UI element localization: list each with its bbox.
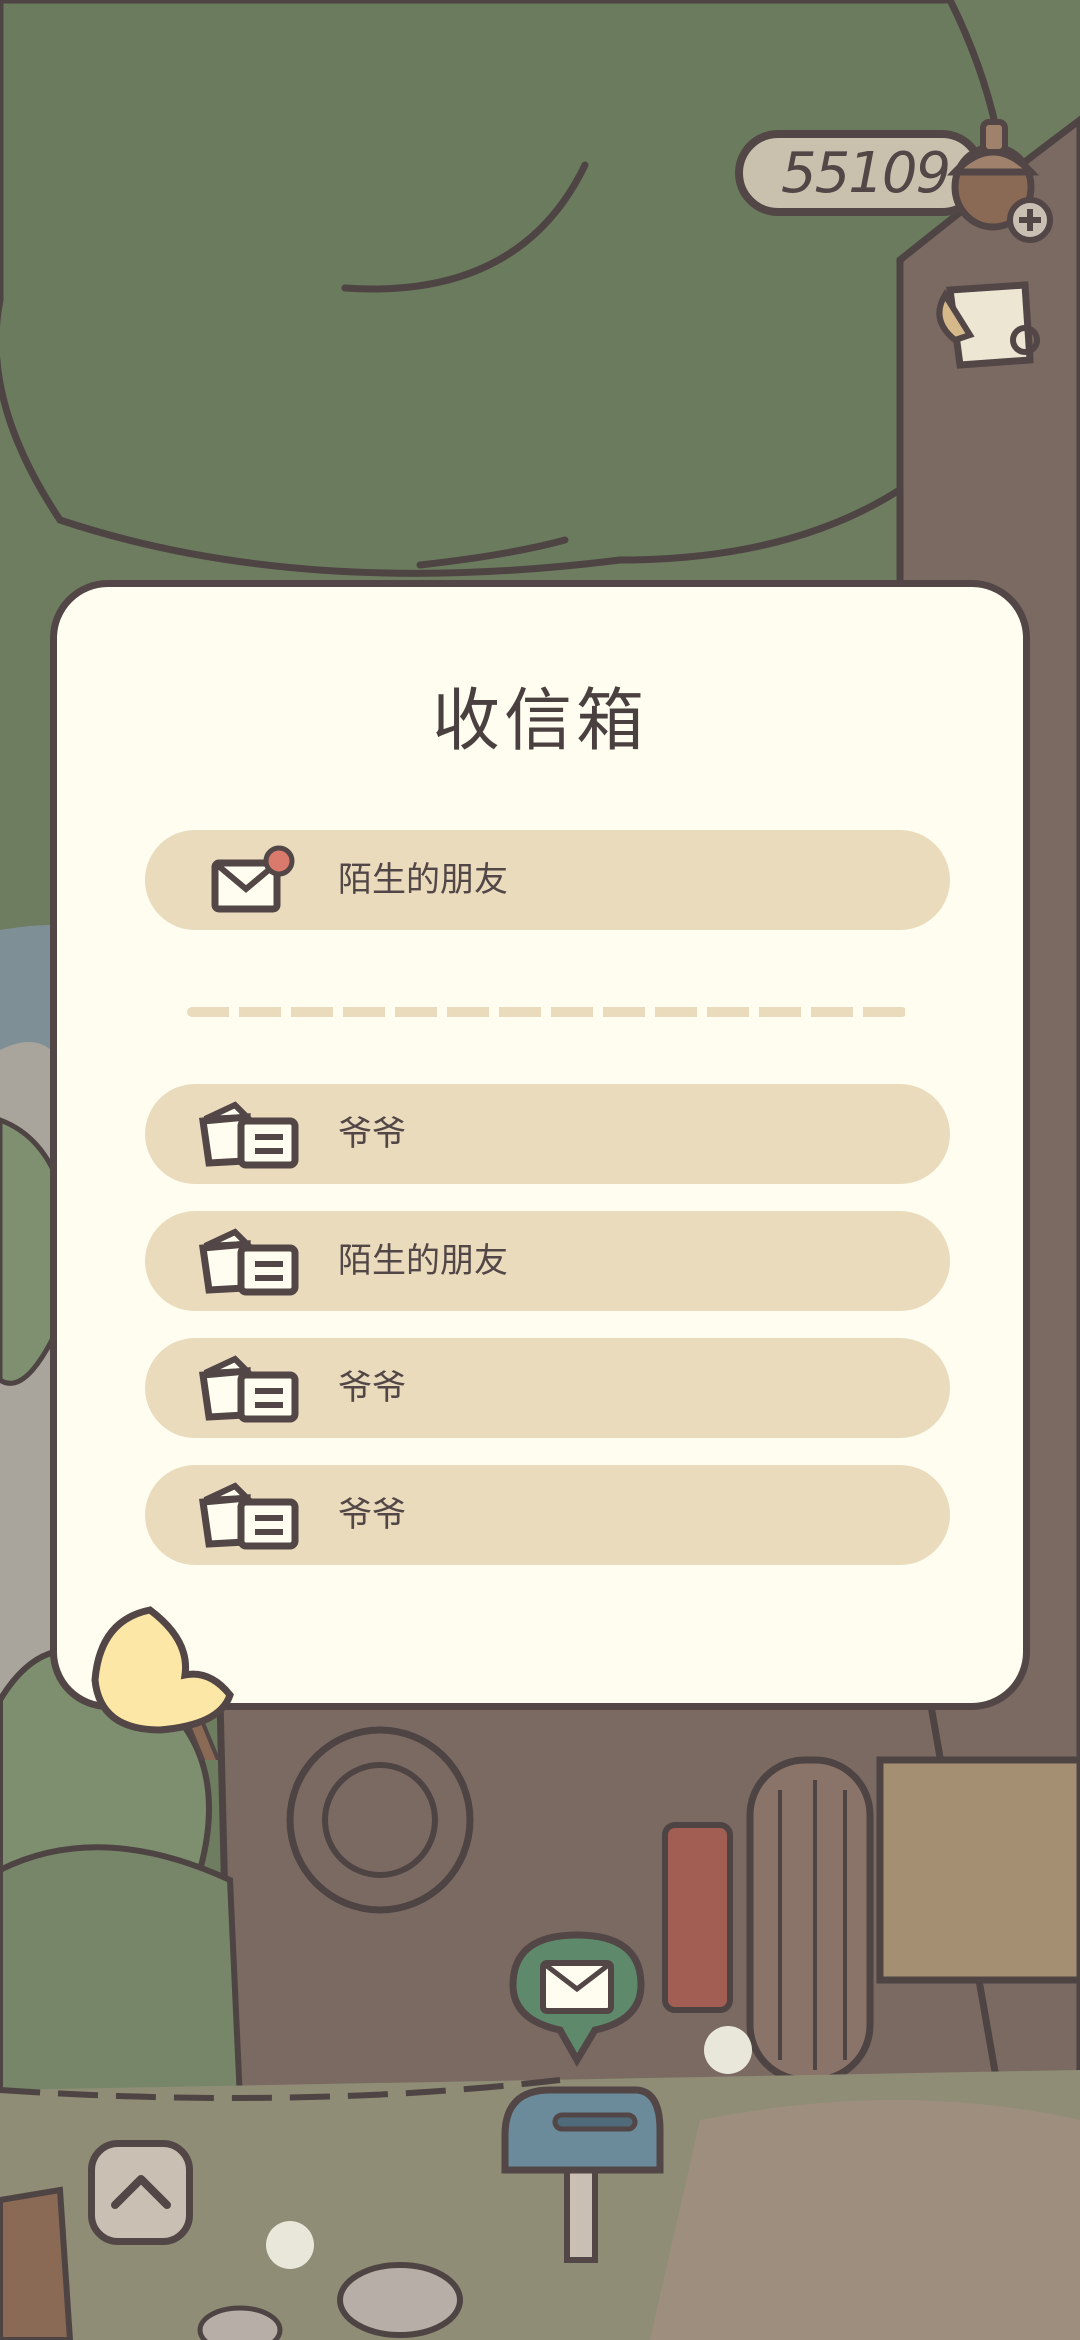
letter-sender: 爷爷 bbox=[338, 1114, 406, 1154]
letter-sender: 爷爷 bbox=[338, 1495, 406, 1535]
acorn-count: 55109 bbox=[781, 140, 951, 206]
open-letter-icon bbox=[199, 1482, 299, 1550]
letter-item-read[interactable]: 爷爷 bbox=[145, 1084, 950, 1184]
inbox-title: 收信箱 bbox=[431, 682, 648, 761]
letter-sender: 陌生的朋友 bbox=[338, 860, 508, 900]
letter-item-read[interactable]: 陌生的朋友 bbox=[145, 1211, 950, 1311]
open-letter-icon bbox=[199, 1355, 299, 1423]
chevron-up-icon bbox=[111, 2175, 171, 2209]
open-letter-icon bbox=[199, 1101, 299, 1169]
mail-notification-icon[interactable] bbox=[505, 1925, 650, 2070]
letter-item-read[interactable]: 爷爷 bbox=[145, 1338, 950, 1438]
cup-icon[interactable] bbox=[930, 270, 1050, 380]
mailbox-icon[interactable] bbox=[495, 2075, 670, 2265]
envelope-unread-icon bbox=[211, 845, 295, 913]
add-acorns-button[interactable] bbox=[1005, 195, 1055, 245]
leaf-pin-icon bbox=[91, 1606, 234, 1760]
letter-sender: 爷爷 bbox=[338, 1368, 406, 1408]
section-divider bbox=[187, 1007, 907, 1017]
inbox-panel: 收信箱 陌生的朋友 爷爷 陌生的朋友 爷爷 爷爷 bbox=[50, 580, 1030, 1710]
expand-up-button[interactable] bbox=[88, 2140, 193, 2245]
open-letter-icon bbox=[199, 1228, 299, 1296]
letter-item-read[interactable]: 爷爷 bbox=[145, 1465, 950, 1565]
letter-item-unread[interactable]: 陌生的朋友 bbox=[145, 830, 950, 930]
letter-sender: 陌生的朋友 bbox=[338, 1241, 508, 1281]
